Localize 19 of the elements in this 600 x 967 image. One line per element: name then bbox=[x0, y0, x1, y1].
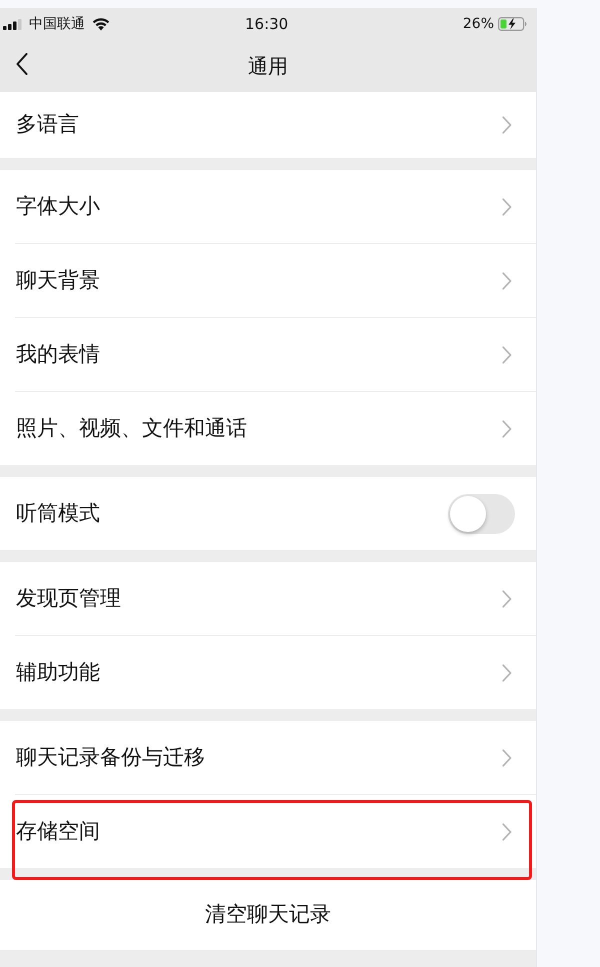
chevron-right-icon bbox=[502, 420, 512, 438]
back-icon[interactable] bbox=[16, 53, 28, 75]
chevron-right-icon bbox=[502, 590, 512, 608]
wifi-icon bbox=[91, 17, 111, 31]
toggle-switch[interactable] bbox=[448, 494, 515, 534]
chevron-right-icon bbox=[502, 748, 512, 766]
chevron-right-icon bbox=[502, 272, 512, 290]
chevron-right-icon bbox=[502, 198, 512, 216]
battery-icon bbox=[498, 17, 528, 31]
chevron-right-icon bbox=[502, 346, 512, 364]
signal-icon bbox=[3, 18, 23, 30]
chevron-right-icon bbox=[502, 822, 512, 840]
carrier-name: 中国联通 bbox=[29, 14, 85, 34]
nav-title: 通用 bbox=[248, 53, 288, 80]
battery-percent: 26% bbox=[462, 14, 494, 34]
chevron-right-icon bbox=[502, 664, 512, 682]
chevron-right-icon bbox=[502, 116, 512, 134]
clear-chat-history-button[interactable]: 清空聊天记录 bbox=[0, 880, 536, 950]
status-time: 16:30 bbox=[245, 14, 288, 35]
